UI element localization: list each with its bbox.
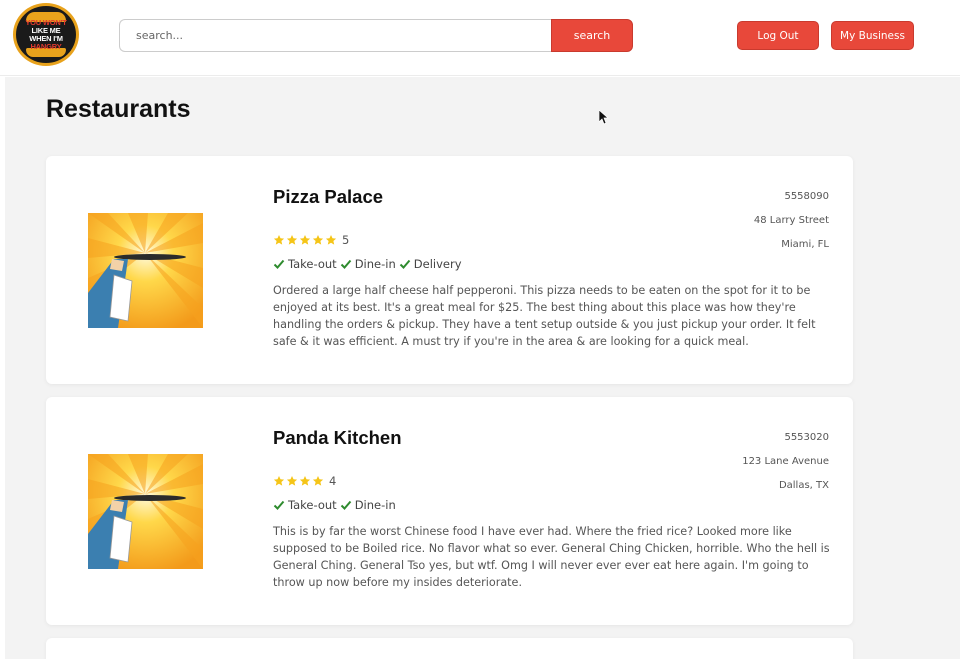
service-dinein: Dine-in [340,257,396,271]
search-input[interactable] [119,19,553,52]
restaurant-phone: 5558090 [784,191,829,202]
star-rating: 5 [273,233,349,247]
check-icon [340,259,351,269]
check-icon [273,500,285,510]
service-takeout: Take-out [273,257,337,271]
check-icon [273,259,285,269]
check-icon [399,259,411,269]
star-icon [325,235,337,245]
service-takeout: Take-out [273,498,337,512]
my-business-button[interactable]: My Business [831,21,914,50]
star-icon [312,235,324,245]
star-icon [286,476,298,486]
service-delivery: Delivery [399,257,462,271]
restaurant-city: Miami, FL [781,239,829,250]
star-rating: 4 [273,474,336,488]
search-button[interactable]: search [551,19,633,52]
service-options: Take-out Dine-in Delivery [273,257,465,271]
restaurant-name[interactable]: Pizza Palace [273,186,383,208]
restaurant-street: 48 Larry Street [753,215,829,226]
top-navbar: YOU WON'T LIKE ME WHEN I'M HANGRY search… [0,0,960,76]
restaurant-review: Ordered a large half cheese half peppero… [273,284,816,348]
star-icon [273,476,285,486]
logout-button[interactable]: Log Out [737,21,819,50]
rating-value: 5 [342,233,350,247]
restaurant-image [88,454,203,569]
star-icon [299,476,311,486]
star-icon [273,235,285,245]
star-icon [286,235,298,245]
brand-logo[interactable]: YOU WON'T LIKE ME WHEN I'M HANGRY [13,3,79,66]
check-icon [340,500,351,510]
service-dinein: Dine-in [340,498,396,512]
restaurant-phone: 5553020 [784,432,829,443]
star-icon [312,476,324,486]
main-content: Restaurants Pizza Palace 5558090 48 Larr… [5,77,960,659]
restaurant-card[interactable]: Panda Kitchen 5553020 123 Lane Avenue Da… [46,397,853,625]
restaurant-review: This is by far the worst Chinese food I … [273,525,830,589]
mouse-cursor-icon [599,110,609,125]
restaurant-image [88,213,203,328]
logo-text: YOU WON'T LIKE ME WHEN I'M HANGRY [25,17,67,51]
star-icon [299,235,311,245]
service-options: Take-out Dine-in [273,498,399,512]
page-title: Restaurants [46,95,191,123]
restaurant-street: 123 Lane Avenue [742,456,829,467]
restaurant-card[interactable]: Pizza Palace 5558090 48 Larry Street Mia… [46,156,853,384]
restaurant-name[interactable]: Panda Kitchen [273,427,402,449]
rating-value: 4 [329,474,337,488]
restaurant-card[interactable] [46,638,853,659]
restaurant-city: Dallas, TX [778,480,829,491]
